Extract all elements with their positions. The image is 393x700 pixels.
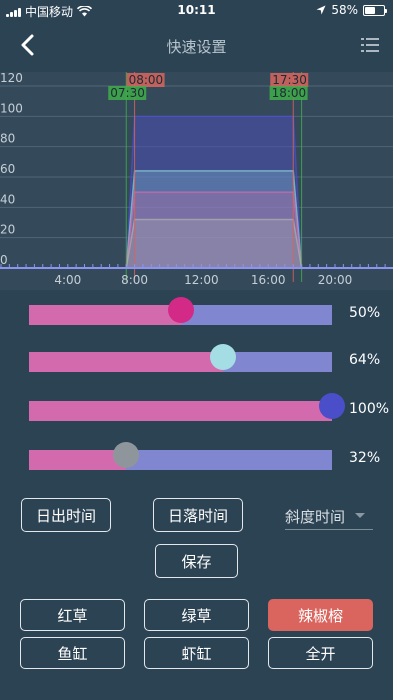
save-button[interactable]: 保存 [155, 544, 238, 578]
slider-value: 100% [349, 401, 390, 417]
channel-slider-1[interactable]: 50% [29, 297, 389, 330]
x-tick-label: 4:00 [54, 273, 81, 287]
battery-icon [363, 4, 387, 16]
sunrise-time-button[interactable]: 日出时间 [21, 498, 111, 532]
y-tick-label: 60 [0, 162, 15, 176]
slider-track[interactable] [29, 297, 332, 325]
slider-track[interactable] [29, 442, 332, 470]
preset-button[interactable]: 全开 [268, 637, 373, 669]
y-tick-label: 40 [0, 192, 15, 206]
status-right: 58% [316, 3, 387, 17]
y-tick-label: 100 [0, 101, 23, 115]
page-title: 快速设置 [166, 38, 227, 56]
channel-slider-4[interactable]: 32% [29, 442, 389, 475]
nav-bar: 快速设置 [0, 22, 393, 68]
preset-button[interactable]: 绿草 [144, 599, 249, 631]
y-tick-label: 80 [0, 132, 15, 146]
slider-track[interactable] [29, 344, 332, 372]
preset-button[interactable]: 虾缸 [144, 637, 249, 669]
marker-label: 17:30 [272, 73, 307, 87]
slider-fill [29, 450, 126, 470]
slider-handle[interactable] [112, 442, 139, 468]
channel-area-4 [125, 218, 303, 269]
slider-fill [29, 401, 332, 421]
slider-handle[interactable] [209, 344, 236, 370]
slider-fill [29, 352, 223, 372]
x-tick-label: 12:00 [184, 273, 219, 287]
y-tick-label: 120 [0, 72, 23, 85]
list-menu-icon[interactable] [361, 38, 379, 52]
sunset-time-button[interactable]: 日落时间 [153, 498, 243, 532]
preset-button[interactable]: 鱼缸 [20, 637, 125, 669]
x-tick-label: 20:00 [318, 273, 353, 287]
location-icon [316, 5, 326, 15]
chevron-down-icon [355, 513, 365, 518]
battery-percent: 58% [331, 3, 358, 17]
x-tick-label: 16:00 [251, 273, 286, 287]
status-bar: 中国移动 10:11 58% [0, 0, 393, 22]
slider-fill [29, 305, 181, 325]
marker-label: 08:00 [129, 73, 164, 87]
channel-slider-2[interactable]: 64% [29, 344, 389, 377]
marker-label: 07:30 [110, 86, 145, 100]
y-tick-label: 20 [0, 223, 15, 237]
marker-label: 18:00 [272, 86, 307, 100]
slider-track[interactable] [29, 393, 345, 421]
x-tick-label: 8:00 [121, 273, 148, 287]
preset-button[interactable]: 红草 [20, 599, 125, 631]
slider-handle[interactable] [319, 393, 345, 419]
slider-handle[interactable] [167, 297, 194, 323]
ramp-time-label: 斜度时间 [285, 508, 346, 526]
slider-value: 64% [349, 352, 381, 368]
slider-value: 50% [349, 305, 381, 321]
channel-slider-3[interactable]: 100% [29, 393, 390, 426]
light-schedule-chart[interactable]: 020406080100120 08:0007:3017:3018:004:00 8… [0, 72, 393, 290]
ramp-time-dropdown[interactable]: 斜度时间 [285, 500, 373, 530]
slider-value: 32% [349, 450, 381, 466]
preset-button[interactable]: 辣椒榕 [268, 599, 373, 631]
